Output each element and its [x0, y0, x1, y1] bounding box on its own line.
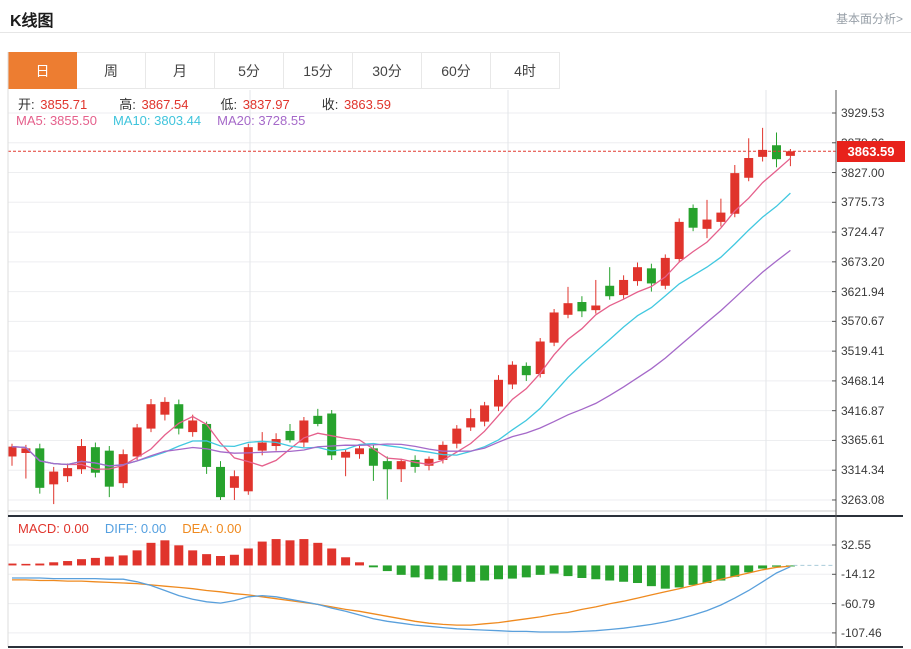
legend-item: DEA: 0.00: [182, 521, 241, 536]
y-axis-label: 3468.14: [841, 374, 905, 388]
legend-item: 收: 3863.59: [322, 97, 407, 112]
legend-item: 开: 3855.71: [18, 97, 103, 112]
y-axis-label: 3621.94: [841, 285, 905, 299]
y-axis-label: 3519.41: [841, 344, 905, 358]
legend-item: MACD: 0.00: [18, 521, 89, 536]
y-axis-label: 3314.34: [841, 463, 905, 477]
y-axis-label: 3929.53: [841, 106, 905, 120]
y-axis-label: 3570.67: [841, 314, 905, 328]
legend-item: MA5: 3855.50: [16, 113, 97, 128]
legend-item: 低: 3837.97: [220, 97, 305, 112]
y-axis-label: 3827.00: [841, 166, 905, 180]
y-axis-label: 3365.61: [841, 433, 905, 447]
y-axis-label: -60.79: [841, 597, 905, 611]
current-price-tag: 3863.59: [837, 141, 905, 162]
y-axis-label: 3775.73: [841, 195, 905, 209]
kline-widget: K线图 基本面分析> 日周月5分15分30分60分4时 开: 3855.71高:…: [0, 0, 911, 649]
legend-item: MA10: 3803.44: [113, 113, 201, 128]
legend-item: MA20: 3728.55: [217, 113, 305, 128]
y-axis-label: -107.46: [841, 626, 905, 640]
macd-legend: MACD: 0.00 DIFF: 0.00 DEA: 0.00: [18, 521, 258, 536]
ohlc-legend: 开: 3855.71 高: 3867.54 低: 3837.97 收: 3863.59: [18, 94, 423, 113]
legend-item: DIFF: 0.00: [105, 521, 166, 536]
legend-item: 高: 3867.54: [119, 97, 204, 112]
y-axis-label: 3416.87: [841, 404, 905, 418]
ma-legend: MA5: 3855.50 MA10: 3803.44 MA20: 3728.55: [16, 113, 321, 128]
y-axis-label: 32.55: [841, 538, 905, 552]
y-axis-label: 3724.47: [841, 225, 905, 239]
y-axis-label: 3673.20: [841, 255, 905, 269]
y-axis-label: 3263.08: [841, 493, 905, 507]
y-axis-label: -14.12: [841, 567, 905, 581]
